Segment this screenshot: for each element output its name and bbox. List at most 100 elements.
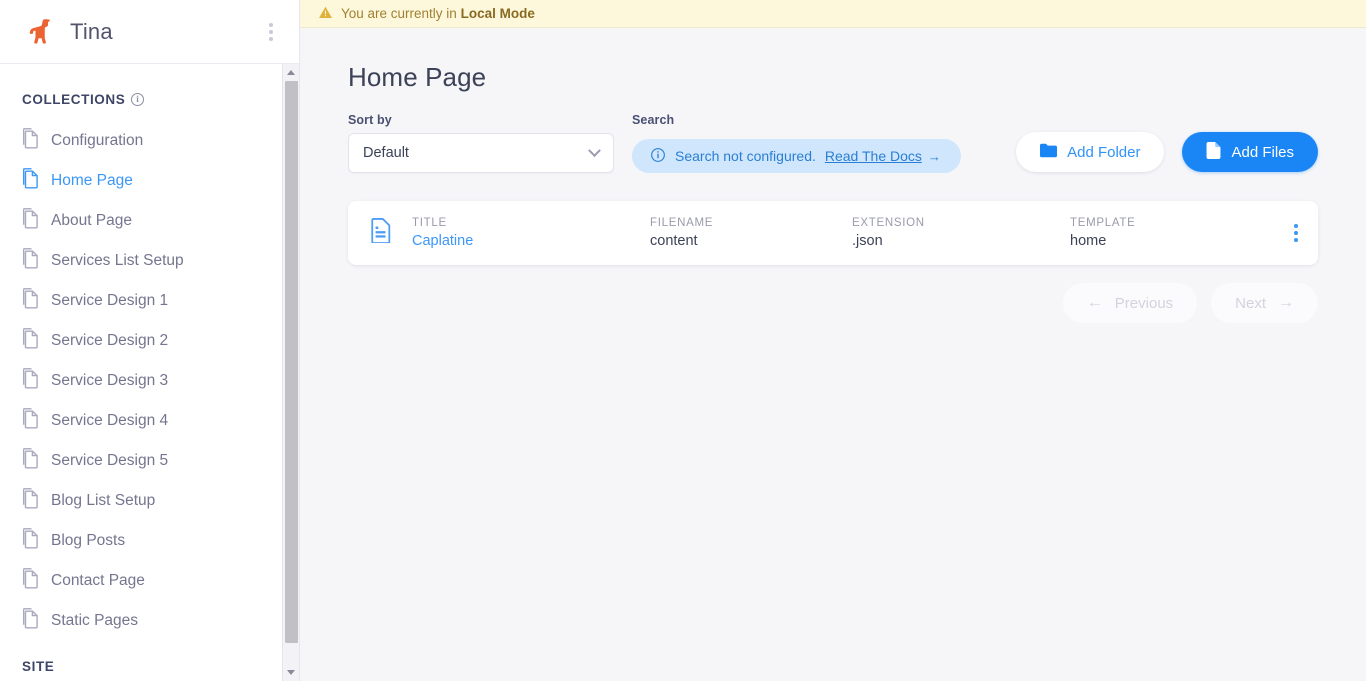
- sidebar-item-label: Service Design 4: [51, 412, 169, 429]
- sidebar-item-about-page[interactable]: About Page: [0, 201, 299, 241]
- search-group: Search Search not configured. Read The D…: [632, 113, 961, 173]
- column-header-template: TEMPLATE: [1070, 217, 1136, 229]
- sidebar-item-label: Service Design 3: [51, 372, 169, 389]
- search-not-configured-notice: Search not configured. Read The Docs →: [632, 139, 961, 173]
- sidebar-item-label: Service Design 5: [51, 452, 169, 469]
- scroll-up-button[interactable]: [283, 64, 300, 81]
- column-header-filename: FILENAME: [650, 217, 714, 229]
- sidebar-item-home-page[interactable]: Home Page: [0, 161, 299, 201]
- sidebar-item-label: Blog List Setup: [51, 492, 156, 509]
- sidebar: Tina COLLECTIONS i Configuration Home Pag…: [0, 0, 300, 681]
- sort-by-group: Sort by Default: [348, 113, 614, 173]
- scrollbar-thumb[interactable]: [284, 81, 298, 643]
- sidebar-item-contact-page[interactable]: Contact Page: [0, 561, 299, 601]
- collections-list: Configuration Home Page About Page Services…: [0, 121, 299, 641]
- warning-triangle-icon: [318, 5, 333, 23]
- document-icon: [22, 328, 40, 354]
- sidebar-item-label: Home Page: [51, 172, 133, 189]
- document-icon: [22, 568, 40, 594]
- sidebar-item-label: Static Pages: [51, 612, 139, 629]
- document-icon: [22, 208, 40, 234]
- row-title-link[interactable]: Caplatine: [412, 233, 650, 249]
- arrow-left-icon: ←: [1086, 294, 1103, 311]
- pagination: ← Previous Next →: [348, 283, 1318, 323]
- column-header-extension: EXTENSION: [852, 217, 925, 229]
- sidebar-nav: COLLECTIONS i Configuration Home Page Abou…: [0, 64, 299, 674]
- sidebar-item-label: Service Design 2: [51, 332, 169, 349]
- sidebar-item-label: Blog Posts: [51, 532, 126, 549]
- sort-by-label: Sort by: [348, 113, 392, 127]
- sidebar-item-blog-list-setup[interactable]: Blog List Setup: [0, 481, 299, 521]
- next-page-button[interactable]: Next →: [1211, 283, 1318, 323]
- sidebar-item-label: Service Design 1: [51, 292, 169, 309]
- sidebar-scrollbar[interactable]: [282, 64, 299, 681]
- llama-logo: [20, 12, 60, 52]
- sidebar-scroll-region: COLLECTIONS i Configuration Home Page Abou…: [0, 64, 299, 681]
- folder-icon: [1040, 143, 1058, 162]
- sidebar-item-services-list-setup[interactable]: Services List Setup: [0, 241, 299, 281]
- app-root: Tina COLLECTIONS i Configuration Home Pag…: [0, 0, 1366, 681]
- document-icon: [22, 368, 40, 394]
- arrow-right-icon: →: [927, 148, 941, 164]
- search-notice-text: Search not configured.: [675, 148, 816, 164]
- sidebar-item-label: Contact Page: [51, 572, 145, 589]
- sidebar-item-static-pages[interactable]: Static Pages: [0, 601, 299, 641]
- file-icon: [1206, 141, 1221, 163]
- sidebar-menu-kebab-icon[interactable]: [261, 17, 281, 47]
- collections-label: COLLECTIONS: [22, 92, 126, 107]
- sort-by-value: Default: [363, 145, 409, 161]
- sidebar-item-label: Services List Setup: [51, 252, 184, 269]
- document-file-icon: [370, 218, 392, 248]
- row-extension: .json: [852, 233, 883, 249]
- cell-extension: EXTENSION .json: [852, 217, 1070, 249]
- banner-text-prefix: You are currently in: [341, 6, 461, 21]
- site-section-header: SITE: [22, 659, 55, 674]
- add-folder-button[interactable]: Add Folder: [1016, 132, 1165, 172]
- sidebar-item-blog-posts[interactable]: Blog Posts: [0, 521, 299, 561]
- sidebar-item-service-design-5[interactable]: Service Design 5: [0, 441, 299, 481]
- collections-section-header: COLLECTIONS i: [0, 92, 299, 107]
- action-buttons: Add Folder Add Files: [1016, 132, 1318, 173]
- sidebar-item-label: About Page: [51, 212, 133, 229]
- search-label: Search: [632, 113, 675, 127]
- brand-name: Tina: [70, 18, 113, 44]
- cell-filename: FILENAME content: [650, 217, 852, 249]
- local-mode-banner: You are currently in Local Mode: [300, 0, 1366, 28]
- row-template: home: [1070, 233, 1107, 249]
- banner-mode: Local Mode: [460, 6, 535, 21]
- sidebar-item-label: Configuration: [51, 132, 144, 149]
- table-row[interactable]: TITLE Caplatine FILENAME content EXTENSI…: [348, 201, 1318, 265]
- sidebar-item-service-design-3[interactable]: Service Design 3: [0, 361, 299, 401]
- row-filename: content: [650, 233, 698, 249]
- scrollbar-track[interactable]: [283, 81, 300, 664]
- sidebar-item-configuration[interactable]: Configuration: [0, 121, 299, 161]
- document-icon: [22, 608, 40, 634]
- document-icon: [22, 408, 40, 434]
- document-icon: [22, 128, 40, 154]
- cell-title: TITLE Caplatine: [412, 217, 650, 249]
- sort-by-select[interactable]: Default: [348, 133, 614, 173]
- document-icon: [22, 248, 40, 274]
- cell-template: TEMPLATE home: [1070, 217, 1250, 249]
- sidebar-item-service-design-1[interactable]: Service Design 1: [0, 281, 299, 321]
- page-title: Home Page: [348, 62, 487, 92]
- document-icon: [22, 528, 40, 554]
- sidebar-header: Tina: [0, 0, 299, 64]
- row-kebab-menu-icon[interactable]: [1286, 218, 1306, 248]
- add-files-label: Add Files: [1231, 143, 1294, 161]
- add-files-button[interactable]: Add Files: [1182, 132, 1318, 172]
- sidebar-item-service-design-4[interactable]: Service Design 4: [0, 401, 299, 441]
- previous-label: Previous: [1114, 294, 1174, 312]
- chevron-down-icon: [588, 143, 601, 157]
- next-label: Next: [1235, 294, 1266, 312]
- add-folder-label: Add Folder: [1067, 143, 1141, 161]
- banner-text: You are currently in Local Mode: [341, 6, 535, 21]
- main-area: You are currently in Local Mode Home Pag…: [300, 0, 1366, 681]
- document-icon: [22, 168, 40, 194]
- scroll-down-button[interactable]: [283, 664, 300, 681]
- sidebar-item-service-design-2[interactable]: Service Design 2: [0, 321, 299, 361]
- previous-page-button[interactable]: ← Previous: [1062, 283, 1198, 323]
- content-panel: Home Page Sort by Default Search Search …: [300, 28, 1366, 681]
- info-icon[interactable]: i: [131, 93, 145, 106]
- read-the-docs-link[interactable]: Read The Docs: [825, 148, 922, 164]
